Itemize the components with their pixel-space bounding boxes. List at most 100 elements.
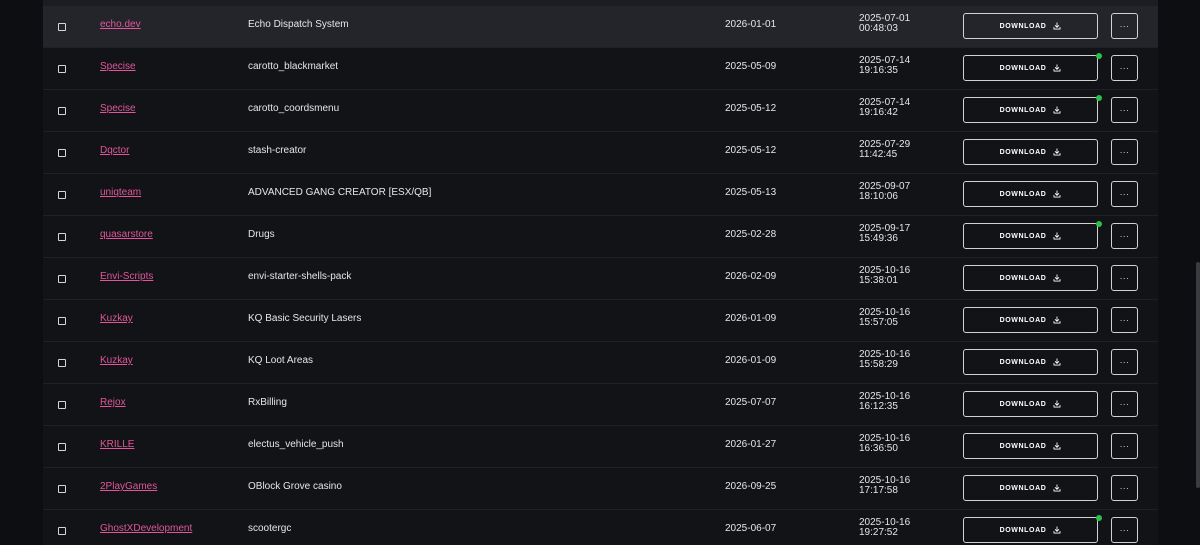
download-label: DOWNLOAD [999,400,1047,408]
download-label: DOWNLOAD [999,22,1047,30]
more-options-button[interactable]: ··· [1111,265,1138,291]
download-button[interactable]: DOWNLOAD [963,433,1098,459]
row-checkbox[interactable] [58,317,66,325]
author-link[interactable]: Dqctor [100,145,129,156]
resource-name: carotto_coordsmenu [248,103,340,114]
updated-time: 18:10:06 [859,191,898,202]
row-checkbox[interactable] [58,65,66,73]
author-link[interactable]: 2PlayGames [100,481,157,492]
row-checkbox[interactable] [58,401,66,409]
more-options-button[interactable]: ··· [1111,475,1138,501]
more-icon: ··· [1119,357,1130,367]
table-row: Specise carotto_coordsmenu 2025-05-12 20… [43,90,1158,132]
expiry-date: 2025-05-12 [725,145,777,156]
download-button[interactable]: DOWNLOAD [963,139,1098,165]
updated-at: 2025-10-16 16:12:35 [859,392,939,412]
author-link[interactable]: Specise [100,61,136,72]
updated-at: 2025-07-29 11:42:45 [859,140,939,160]
updated-at: 2025-10-16 16:36:50 [859,434,939,454]
author-link[interactable]: echo.dev [100,19,141,30]
resource-name: stash-creator [248,145,307,156]
resource-name: RxBilling [248,397,287,408]
row-checkbox[interactable] [58,485,66,493]
download-button[interactable]: DOWNLOAD [963,391,1098,417]
updated-time: 15:57:05 [859,317,898,328]
row-checkbox[interactable] [58,107,66,115]
more-icon: ··· [1119,525,1130,535]
download-label: DOWNLOAD [999,148,1047,156]
updated-time: 15:49:36 [859,233,898,244]
download-button[interactable]: DOWNLOAD [963,55,1098,81]
download-button[interactable]: DOWNLOAD [963,181,1098,207]
author-link[interactable]: GhostXDevelopment [100,523,192,534]
more-options-button[interactable]: ··· [1111,181,1138,207]
download-icon [1053,442,1061,450]
download-button[interactable]: DOWNLOAD [963,349,1098,375]
download-button[interactable]: DOWNLOAD [963,475,1098,501]
table-row: GhostXDevelopment scootergc 2025-06-07 2… [43,510,1158,545]
download-icon [1053,358,1061,366]
more-options-button[interactable]: ··· [1111,349,1138,375]
more-icon: ··· [1119,399,1130,409]
download-label: DOWNLOAD [999,64,1047,72]
author-link[interactable]: Specise [100,103,136,114]
more-options-button[interactable]: ··· [1111,55,1138,81]
download-button[interactable]: DOWNLOAD [963,265,1098,291]
author-link[interactable]: Rejox [100,397,126,408]
row-checkbox[interactable] [58,191,66,199]
more-options-button[interactable]: ··· [1111,391,1138,417]
row-checkbox[interactable] [58,359,66,367]
more-options-button[interactable]: ··· [1111,13,1138,39]
resource-name: KQ Loot Areas [248,355,314,366]
more-options-button[interactable]: ··· [1111,97,1138,123]
download-label: DOWNLOAD [999,316,1047,324]
row-checkbox[interactable] [58,527,66,535]
updated-at: 2025-07-14 19:16:35 [859,56,939,76]
row-checkbox[interactable] [58,275,66,283]
download-button[interactable]: DOWNLOAD [963,307,1098,333]
expiry-date: 2026-02-09 [725,271,777,282]
more-options-button[interactable]: ··· [1111,223,1138,249]
author-link[interactable]: Kuzkay [100,355,133,366]
updated-time: 19:27:52 [859,527,898,538]
download-icon [1053,400,1061,408]
download-icon [1053,484,1061,492]
table-row: Dqctor stash-creator 2025-05-12 2025-07-… [43,132,1158,174]
resource-name: KQ Basic Security Lasers [248,313,362,324]
download-icon [1053,190,1061,198]
updated-time: 00:48:03 [859,23,898,34]
download-button[interactable]: DOWNLOAD [963,97,1098,123]
updated-time: 19:16:35 [859,65,898,76]
row-checkbox[interactable] [58,443,66,451]
updated-time: 19:16:42 [859,107,898,118]
more-options-button[interactable]: ··· [1111,517,1138,543]
more-options-button[interactable]: ··· [1111,433,1138,459]
download-label: DOWNLOAD [999,274,1047,282]
download-label: DOWNLOAD [999,526,1047,534]
row-checkbox[interactable] [58,149,66,157]
download-icon [1053,526,1061,534]
download-button[interactable]: DOWNLOAD [963,517,1098,543]
more-icon: ··· [1119,441,1130,451]
download-label: DOWNLOAD [999,106,1047,114]
expiry-date: 2025-05-09 [725,61,777,72]
row-checkbox[interactable] [58,233,66,241]
new-status-dot [1096,53,1102,59]
resource-name: Drugs [248,229,275,240]
author-link[interactable]: uniqteam [100,187,141,198]
download-button[interactable]: DOWNLOAD [963,223,1098,249]
author-link[interactable]: Kuzkay [100,313,133,324]
table-row: Kuzkay KQ Basic Security Lasers 2026-01-… [43,300,1158,342]
scrollbar[interactable] [1196,262,1200,488]
author-link[interactable]: quasarstore [100,229,153,240]
row-checkbox[interactable] [58,23,66,31]
updated-at: 2025-09-07 18:10:06 [859,182,939,202]
more-options-button[interactable]: ··· [1111,307,1138,333]
author-link[interactable]: KRILLE [100,439,134,450]
updated-at: 2025-10-16 15:58:29 [859,350,939,370]
more-options-button[interactable]: ··· [1111,139,1138,165]
download-label: DOWNLOAD [999,358,1047,366]
expiry-date: 2025-07-07 [725,397,777,408]
download-button[interactable]: DOWNLOAD [963,13,1098,39]
author-link[interactable]: Envi-Scripts [100,271,153,282]
